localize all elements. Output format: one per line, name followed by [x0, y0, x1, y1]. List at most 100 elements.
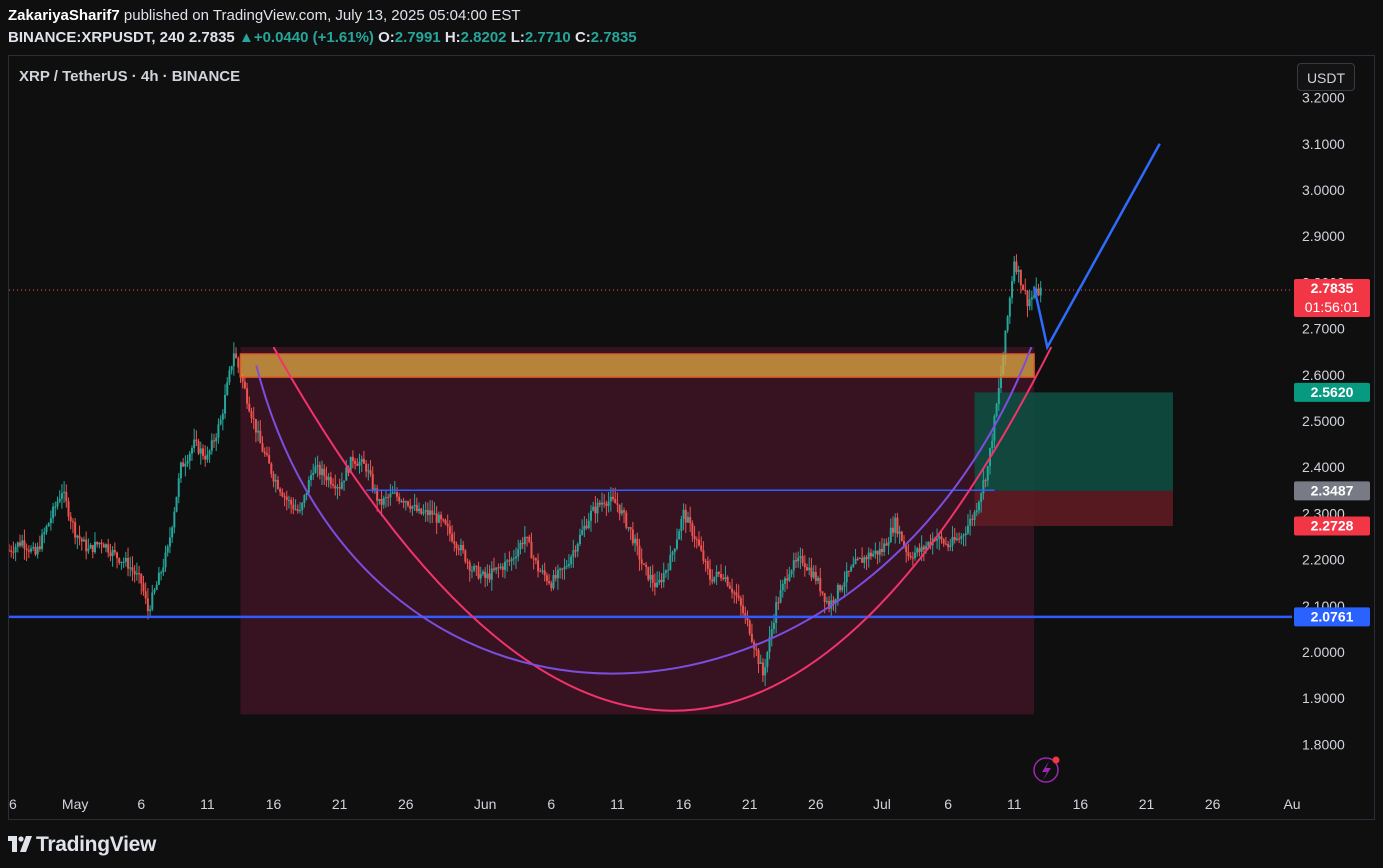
candle-body — [810, 567, 813, 578]
candle-body — [684, 509, 687, 523]
candle-body — [63, 491, 66, 493]
candle-body — [711, 579, 714, 582]
candle-body — [228, 370, 231, 383]
candle-body — [1019, 269, 1022, 286]
candle-body — [973, 512, 976, 520]
candle-body — [96, 541, 99, 545]
candle-body — [208, 450, 211, 455]
candle-body — [554, 575, 557, 579]
target-price-tag-label: 2.5620 — [1311, 384, 1354, 400]
author-name[interactable]: ZakariyaSharif7 — [8, 7, 120, 24]
candle-body — [713, 576, 716, 582]
candle-body — [1030, 297, 1033, 300]
candle-body — [742, 605, 745, 614]
candle-body — [65, 491, 68, 502]
candle-body — [792, 560, 795, 571]
candle-body — [435, 513, 438, 523]
candle-body — [772, 622, 775, 630]
time-axis-tick: 21 — [332, 796, 348, 812]
candle-body — [731, 588, 734, 593]
candle-body — [574, 550, 577, 552]
chart-panel[interactable]: 3.20003.10003.00002.90002.80002.70002.60… — [8, 55, 1375, 820]
candle-body — [60, 492, 63, 499]
candle-body — [936, 538, 939, 541]
candle-body — [528, 536, 531, 542]
candle-body — [327, 476, 330, 481]
time-axis-tick: 21 — [742, 796, 758, 812]
candle-body — [398, 496, 401, 502]
candle-body — [565, 565, 568, 567]
candle-body — [49, 518, 52, 524]
price-axis-tick: 1.9000 — [1302, 690, 1345, 706]
candle-body — [627, 527, 630, 529]
candle-body — [612, 496, 615, 500]
candle-body — [697, 539, 700, 546]
price-axis-tick: 1.8000 — [1302, 736, 1345, 752]
candle-body — [841, 586, 844, 591]
candle-body — [797, 557, 800, 562]
candle-body — [678, 531, 681, 540]
currency-button[interactable]: USDT — [1297, 63, 1355, 91]
projection-path[interactable] — [1032, 143, 1161, 351]
resistance-zone[interactable] — [239, 353, 1035, 378]
candle-body — [488, 573, 491, 580]
candle-body — [852, 564, 855, 567]
candle-body — [23, 540, 26, 549]
candle-body — [1024, 289, 1027, 291]
chart-canvas[interactable]: 3.20003.10003.00002.90002.80002.70002.60… — [9, 56, 1375, 820]
candle-body — [400, 500, 403, 502]
candle-body — [111, 549, 114, 557]
entry-price-tag-label: 2.3487 — [1311, 482, 1354, 498]
candle-body — [420, 508, 423, 514]
candle-body — [1013, 261, 1016, 282]
candle-body — [598, 502, 601, 505]
price-axis-tick: 2.6000 — [1302, 367, 1345, 383]
candle-body — [495, 567, 498, 570]
candle-body — [455, 543, 458, 549]
candle-body — [691, 523, 694, 537]
candle-body — [54, 506, 57, 508]
candle-body — [966, 525, 969, 534]
candle-body — [144, 591, 147, 599]
candle-body — [675, 539, 678, 549]
candle-body — [517, 549, 520, 557]
candle-body — [30, 548, 33, 552]
candle-body — [801, 556, 804, 564]
candle-body — [354, 461, 357, 464]
candle-body — [69, 516, 72, 522]
candle-body — [856, 558, 859, 560]
candle-body — [775, 602, 778, 623]
candle-body — [515, 556, 518, 559]
candle-body — [475, 566, 478, 568]
candle-body — [173, 511, 176, 528]
stop-zone-box[interactable] — [974, 490, 1173, 526]
price-axis-tick: 2.0000 — [1302, 644, 1345, 660]
candle-body — [898, 531, 901, 534]
candle-body — [689, 517, 692, 524]
candle-body — [135, 573, 138, 575]
candle-body — [448, 526, 451, 534]
candle-body — [224, 394, 227, 414]
candle-body — [340, 482, 343, 489]
published-text: published on TradingView.com, July 13, 2… — [123, 7, 521, 24]
candle-body — [129, 567, 132, 569]
candle-body — [616, 503, 619, 505]
candle-body — [82, 539, 85, 542]
candle-body — [407, 501, 410, 506]
candle-body — [431, 510, 434, 515]
candle-body — [310, 474, 313, 481]
up-arrow-icon: ▲ — [238, 29, 254, 46]
candle-body — [642, 563, 645, 565]
candle-body — [777, 602, 780, 604]
candle-body — [786, 578, 789, 581]
candle-body — [944, 543, 947, 545]
candle-body — [534, 558, 537, 561]
candle-body — [563, 566, 566, 570]
candle-body — [248, 403, 251, 412]
tradingview-logo-icon — [8, 836, 32, 852]
candle-body — [550, 583, 553, 589]
candle-body — [149, 609, 152, 612]
notification-dot-icon — [1052, 756, 1060, 764]
candle-body — [356, 463, 359, 466]
candle-body — [975, 510, 978, 513]
